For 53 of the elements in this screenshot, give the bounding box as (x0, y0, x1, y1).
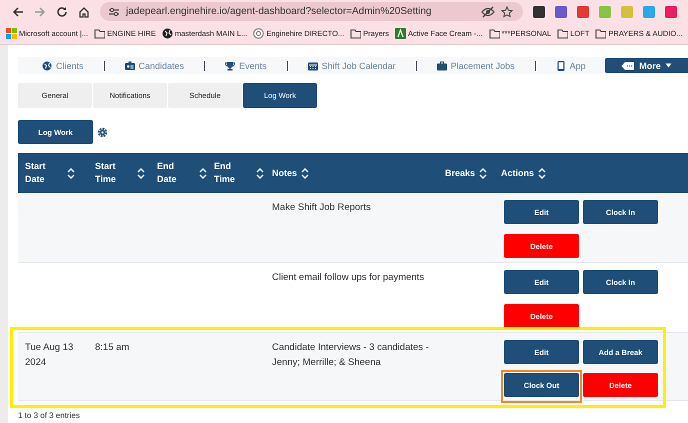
tiles-icon (6, 28, 17, 38)
calendar-icon (308, 60, 318, 70)
tag-icon (621, 60, 636, 70)
back-arrow-icon[interactable] (12, 6, 24, 18)
column-header[interactable]: Actions (501, 166, 534, 180)
globe-icon (162, 28, 173, 38)
home-icon[interactable] (78, 6, 90, 18)
sort-icon[interactable] (137, 168, 145, 178)
globe-icon (42, 60, 52, 70)
sort-icon[interactable] (301, 168, 310, 178)
table-cell-text: Make Shift Job Reports (272, 201, 372, 215)
sort-icon[interactable] (67, 168, 75, 178)
more-button[interactable]: More (605, 58, 688, 73)
column-header[interactable]: Start Date (25, 160, 63, 186)
column-header[interactable]: End Time (214, 160, 252, 186)
column-header[interactable]: Breaks (445, 166, 476, 180)
folder-icon (595, 28, 606, 38)
reload-icon[interactable] (56, 6, 68, 18)
nav-link[interactable]: Clients (42, 60, 84, 70)
eye-slash-icon[interactable] (481, 6, 495, 18)
folder-icon (557, 28, 568, 38)
url-text: jadepearl.enginehire.io/agent-dashboard?selector=Admin%20Setting (126, 6, 432, 17)
caret-icon (664, 63, 672, 68)
address-bar[interactable]: jadepearl.enginehire.io/agent-dashboard?selector=Admin%20Setting (100, 2, 523, 21)
nav-link[interactable]: Events (225, 60, 267, 70)
briefcase-icon (436, 60, 447, 70)
nav-link[interactable]: Shift Job Calendar (308, 60, 396, 70)
column-header[interactable]: End Date (157, 160, 195, 186)
folder-icon (488, 28, 500, 38)
nav-link[interactable]: Candidates (124, 60, 184, 70)
column-header[interactable]: Notes (272, 166, 298, 180)
sort-icon[interactable] (538, 168, 546, 178)
circle-logo-icon (253, 28, 264, 38)
site-settings-icon[interactable] (108, 6, 120, 18)
trophy-icon (225, 60, 236, 70)
sort-icon[interactable] (256, 168, 264, 178)
id-card-icon (124, 60, 135, 70)
column-header[interactable]: Start Time (95, 160, 133, 186)
star-icon[interactable] (501, 6, 513, 18)
table-cell-text: Tue Aug 13 2024 (25, 341, 74, 370)
settings-icon[interactable] (97, 126, 108, 138)
folder-icon (94, 28, 106, 38)
sort-icon[interactable] (199, 168, 207, 178)
table-cell-text: Candidate Interviews - 3 candidates - Jenny; Merrille; & Sheena (272, 341, 430, 370)
nav-link[interactable]: Placement Jobs (436, 60, 515, 70)
letter-tile-icon (395, 28, 406, 38)
phone-icon (556, 60, 566, 70)
table-cell-text: 8:15 am (95, 341, 130, 355)
folder-icon (350, 28, 362, 38)
table-cell-text: Client email follow ups for payments (272, 271, 426, 285)
sort-icon[interactable] (479, 168, 488, 178)
nav-link[interactable]: App (556, 60, 586, 70)
entries-count: 1 to 3 of 3 entries (18, 411, 80, 420)
